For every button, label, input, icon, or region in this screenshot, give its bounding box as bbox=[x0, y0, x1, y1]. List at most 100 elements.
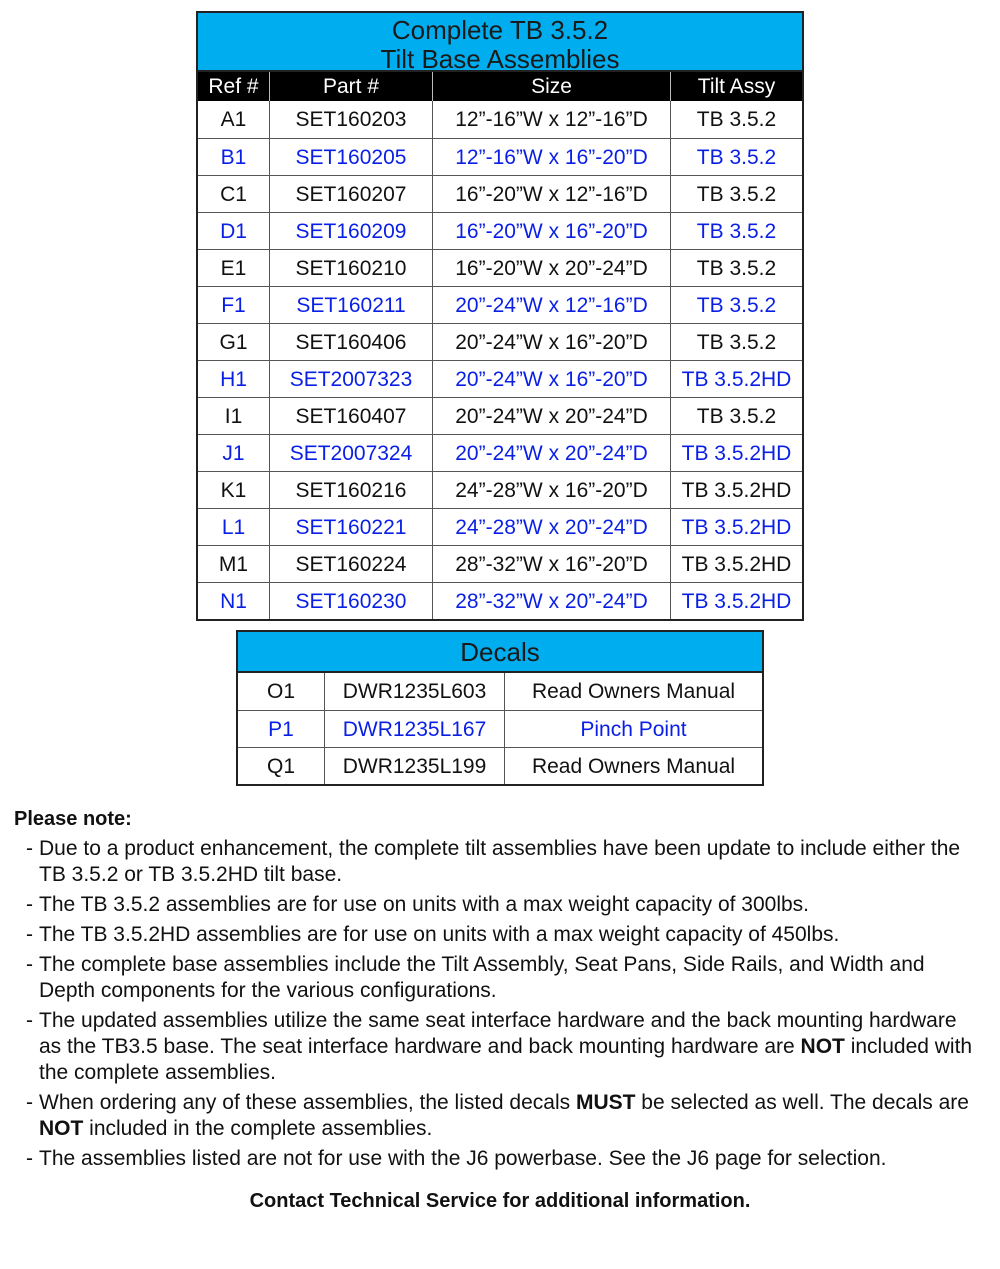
tilt-assy-cell: TB 3.5.2 bbox=[670, 101, 802, 138]
note-item: - The complete base assemblies include th… bbox=[14, 952, 974, 1004]
table-row: K1 SET160216 24”-28”W x 16”-20”D TB 3.5.2HD bbox=[198, 471, 802, 508]
tilt-assy-cell: TB 3.5.2HD bbox=[670, 583, 802, 619]
notes-section: Please note: - Due to a product enhanceme… bbox=[14, 806, 974, 1176]
ref-cell: N1 bbox=[220, 590, 247, 613]
bullet-dash: - bbox=[26, 953, 33, 976]
bullet-dash: - bbox=[26, 923, 33, 946]
header-tilt-assy: Tilt Assy bbox=[670, 72, 802, 101]
part-number-cell: SET160210 bbox=[269, 250, 432, 286]
table-row: F1 SET160211 20”-24”W x 12”-16”D TB 3.5.2 bbox=[198, 286, 802, 323]
decal-ref-cell: Q1 bbox=[266, 755, 295, 778]
ref-cell: F1 bbox=[221, 294, 246, 317]
note-text: The assemblies listed are not for use wi… bbox=[39, 1147, 887, 1170]
ref-cell: I1 bbox=[224, 405, 243, 428]
part-number-cell: SET160203 bbox=[269, 101, 432, 138]
size-cell: 28”-32”W x 16”-20”D bbox=[432, 546, 670, 582]
part-number-cell: SET160216 bbox=[269, 472, 432, 508]
decal-row: O1 DWR1235L603 Read Owners Manual bbox=[238, 673, 762, 710]
note-item: - The assemblies listed are not for use w… bbox=[14, 1146, 974, 1172]
title-line-2: Tilt Base Assemblies bbox=[380, 44, 620, 74]
table-row: I1 SET160407 20”-24”W x 20”-24”D TB 3.5.2 bbox=[198, 397, 802, 434]
table-row: L1 SET160221 24”-28”W x 20”-24”D TB 3.5.2HD bbox=[198, 508, 802, 545]
part-number-cell: SET160406 bbox=[269, 324, 432, 360]
part-number-cell: SET160205 bbox=[269, 139, 432, 175]
decal-part-cell: DWR1235L603 bbox=[324, 673, 504, 710]
size-cell: 28”-32”W x 20”-24”D bbox=[432, 583, 670, 619]
header-ref: Ref # bbox=[208, 75, 259, 98]
header-part: Part # bbox=[269, 72, 432, 101]
tilt-assy-cell: TB 3.5.2 bbox=[670, 324, 802, 360]
bullet-dash: - bbox=[26, 1009, 33, 1032]
table-row: G1 SET160406 20”-24”W x 16”-20”D TB 3.5.2 bbox=[198, 323, 802, 360]
note-text: The TB 3.5.2 assemblies are for use on u… bbox=[39, 893, 810, 916]
ref-cell: M1 bbox=[218, 553, 249, 576]
table-header-row: Ref # Part # Size Tilt Assy bbox=[198, 72, 802, 101]
size-cell: 16”-20”W x 16”-20”D bbox=[432, 213, 670, 249]
size-cell: 20”-24”W x 12”-16”D bbox=[432, 287, 670, 323]
title-line-1: Complete TB 3.5.2 bbox=[391, 15, 609, 45]
tilt-assy-cell: TB 3.5.2 bbox=[670, 250, 802, 286]
table-row: B1 SET160205 12”-16”W x 16”-20”D TB 3.5.2 bbox=[198, 138, 802, 175]
size-cell: 24”-28”W x 16”-20”D bbox=[432, 472, 670, 508]
size-cell: 20”-24”W x 20”-24”D bbox=[432, 398, 670, 434]
decal-description-cell: Read Owners Manual bbox=[504, 748, 762, 784]
decal-description-cell: Read Owners Manual bbox=[504, 673, 762, 710]
table-row: D1 SET160209 16”-20”W x 16”-20”D TB 3.5.2 bbox=[198, 212, 802, 249]
size-cell: 20”-24”W x 16”-20”D bbox=[432, 361, 670, 397]
decals-table: Decals O1 DWR1235L603 Read Owners Manual P1… bbox=[236, 630, 764, 786]
table-row: N1 SET160230 28”-32”W x 20”-24”D TB 3.5.2HD bbox=[198, 582, 802, 619]
decals-body: O1 DWR1235L603 Read Owners Manual P1 DWR1235… bbox=[238, 673, 762, 784]
tilt-assy-cell: TB 3.5.2HD bbox=[670, 509, 802, 545]
part-number-cell: SET160224 bbox=[269, 546, 432, 582]
notes-heading: Please note: bbox=[14, 808, 132, 830]
size-cell: 20”-24”W x 16”-20”D bbox=[432, 324, 670, 360]
note-text: When ordering any of these assemblies, t… bbox=[39, 1091, 576, 1114]
note-item: - Due to a product enhancement, the compl… bbox=[14, 836, 974, 888]
part-number-cell: SET160209 bbox=[269, 213, 432, 249]
table-row: H1 SET2007323 20”-24”W x 16”-20”D TB 3.5.2H… bbox=[198, 360, 802, 397]
table-row: M1 SET160224 28”-32”W x 16”-20”D TB 3.5.2HD bbox=[198, 545, 802, 582]
bullet-dash: - bbox=[26, 893, 33, 916]
note-text: The complete base assemblies include the… bbox=[39, 953, 925, 1002]
part-number-cell: SET160230 bbox=[269, 583, 432, 619]
ref-cell: H1 bbox=[220, 368, 247, 391]
table-row: C1 SET160207 16”-20”W x 12”-16”D TB 3.5.2 bbox=[198, 175, 802, 212]
part-number-cell: SET2007324 bbox=[269, 435, 432, 471]
table-title: Complete TB 3.5.2 Tilt Base Assemblies bbox=[198, 13, 802, 74]
size-cell: 16”-20”W x 20”-24”D bbox=[432, 250, 670, 286]
tilt-assy-cell: TB 3.5.2 bbox=[670, 176, 802, 212]
size-cell: 12”-16”W x 16”-20”D bbox=[432, 139, 670, 175]
emphasis-text: MUST bbox=[575, 1091, 636, 1114]
part-number-cell: SET160207 bbox=[269, 176, 432, 212]
tilt-assy-cell: TB 3.5.2HD bbox=[670, 435, 802, 471]
emphasis-text: NOT bbox=[800, 1035, 845, 1058]
part-number-cell: SET2007323 bbox=[269, 361, 432, 397]
ref-cell: G1 bbox=[219, 331, 248, 354]
tilt-base-assemblies-table: Complete TB 3.5.2 Tilt Base Assemblies R… bbox=[196, 11, 804, 621]
table-row: A1 SET160203 12”-16”W x 12”-16”D TB 3.5.2 bbox=[198, 101, 802, 138]
tilt-assy-cell: TB 3.5.2HD bbox=[670, 361, 802, 397]
table-row: J1 SET2007324 20”-24”W x 20”-24”D TB 3.5.2H… bbox=[198, 434, 802, 471]
ref-cell: L1 bbox=[221, 516, 246, 539]
decal-ref-cell: O1 bbox=[266, 680, 295, 703]
note-text: included in the complete assemblies. bbox=[83, 1117, 433, 1140]
note-item: - The TB 3.5.2 assemblies are for use on … bbox=[14, 892, 974, 918]
decal-row: Q1 DWR1235L199 Read Owners Manual bbox=[238, 747, 762, 784]
ref-cell: J1 bbox=[222, 442, 245, 465]
note-text: The TB 3.5.2HD assemblies are for use on… bbox=[39, 923, 840, 946]
decal-ref-cell: P1 bbox=[268, 718, 294, 741]
table-row: E1 SET160210 16”-20”W x 20”-24”D TB 3.5.2 bbox=[198, 249, 802, 286]
ref-cell: A1 bbox=[220, 108, 247, 131]
bullet-dash: - bbox=[26, 837, 33, 860]
tilt-assy-cell: TB 3.5.2 bbox=[670, 139, 802, 175]
notes-list: - Due to a product enhancement, the compl… bbox=[14, 836, 974, 1172]
note-text: be selected as well. The decals are bbox=[635, 1091, 969, 1114]
tilt-assy-cell: TB 3.5.2 bbox=[670, 287, 802, 323]
tilt-assy-cell: TB 3.5.2 bbox=[670, 213, 802, 249]
contact-footer: Contact Technical Service for additional… bbox=[249, 1190, 751, 1212]
decal-part-cell: DWR1235L199 bbox=[324, 748, 504, 784]
size-cell: 16”-20”W x 12”-16”D bbox=[432, 176, 670, 212]
part-number-cell: SET160211 bbox=[269, 287, 432, 323]
header-size: Size bbox=[432, 72, 670, 101]
decals-title: Decals bbox=[238, 632, 762, 673]
